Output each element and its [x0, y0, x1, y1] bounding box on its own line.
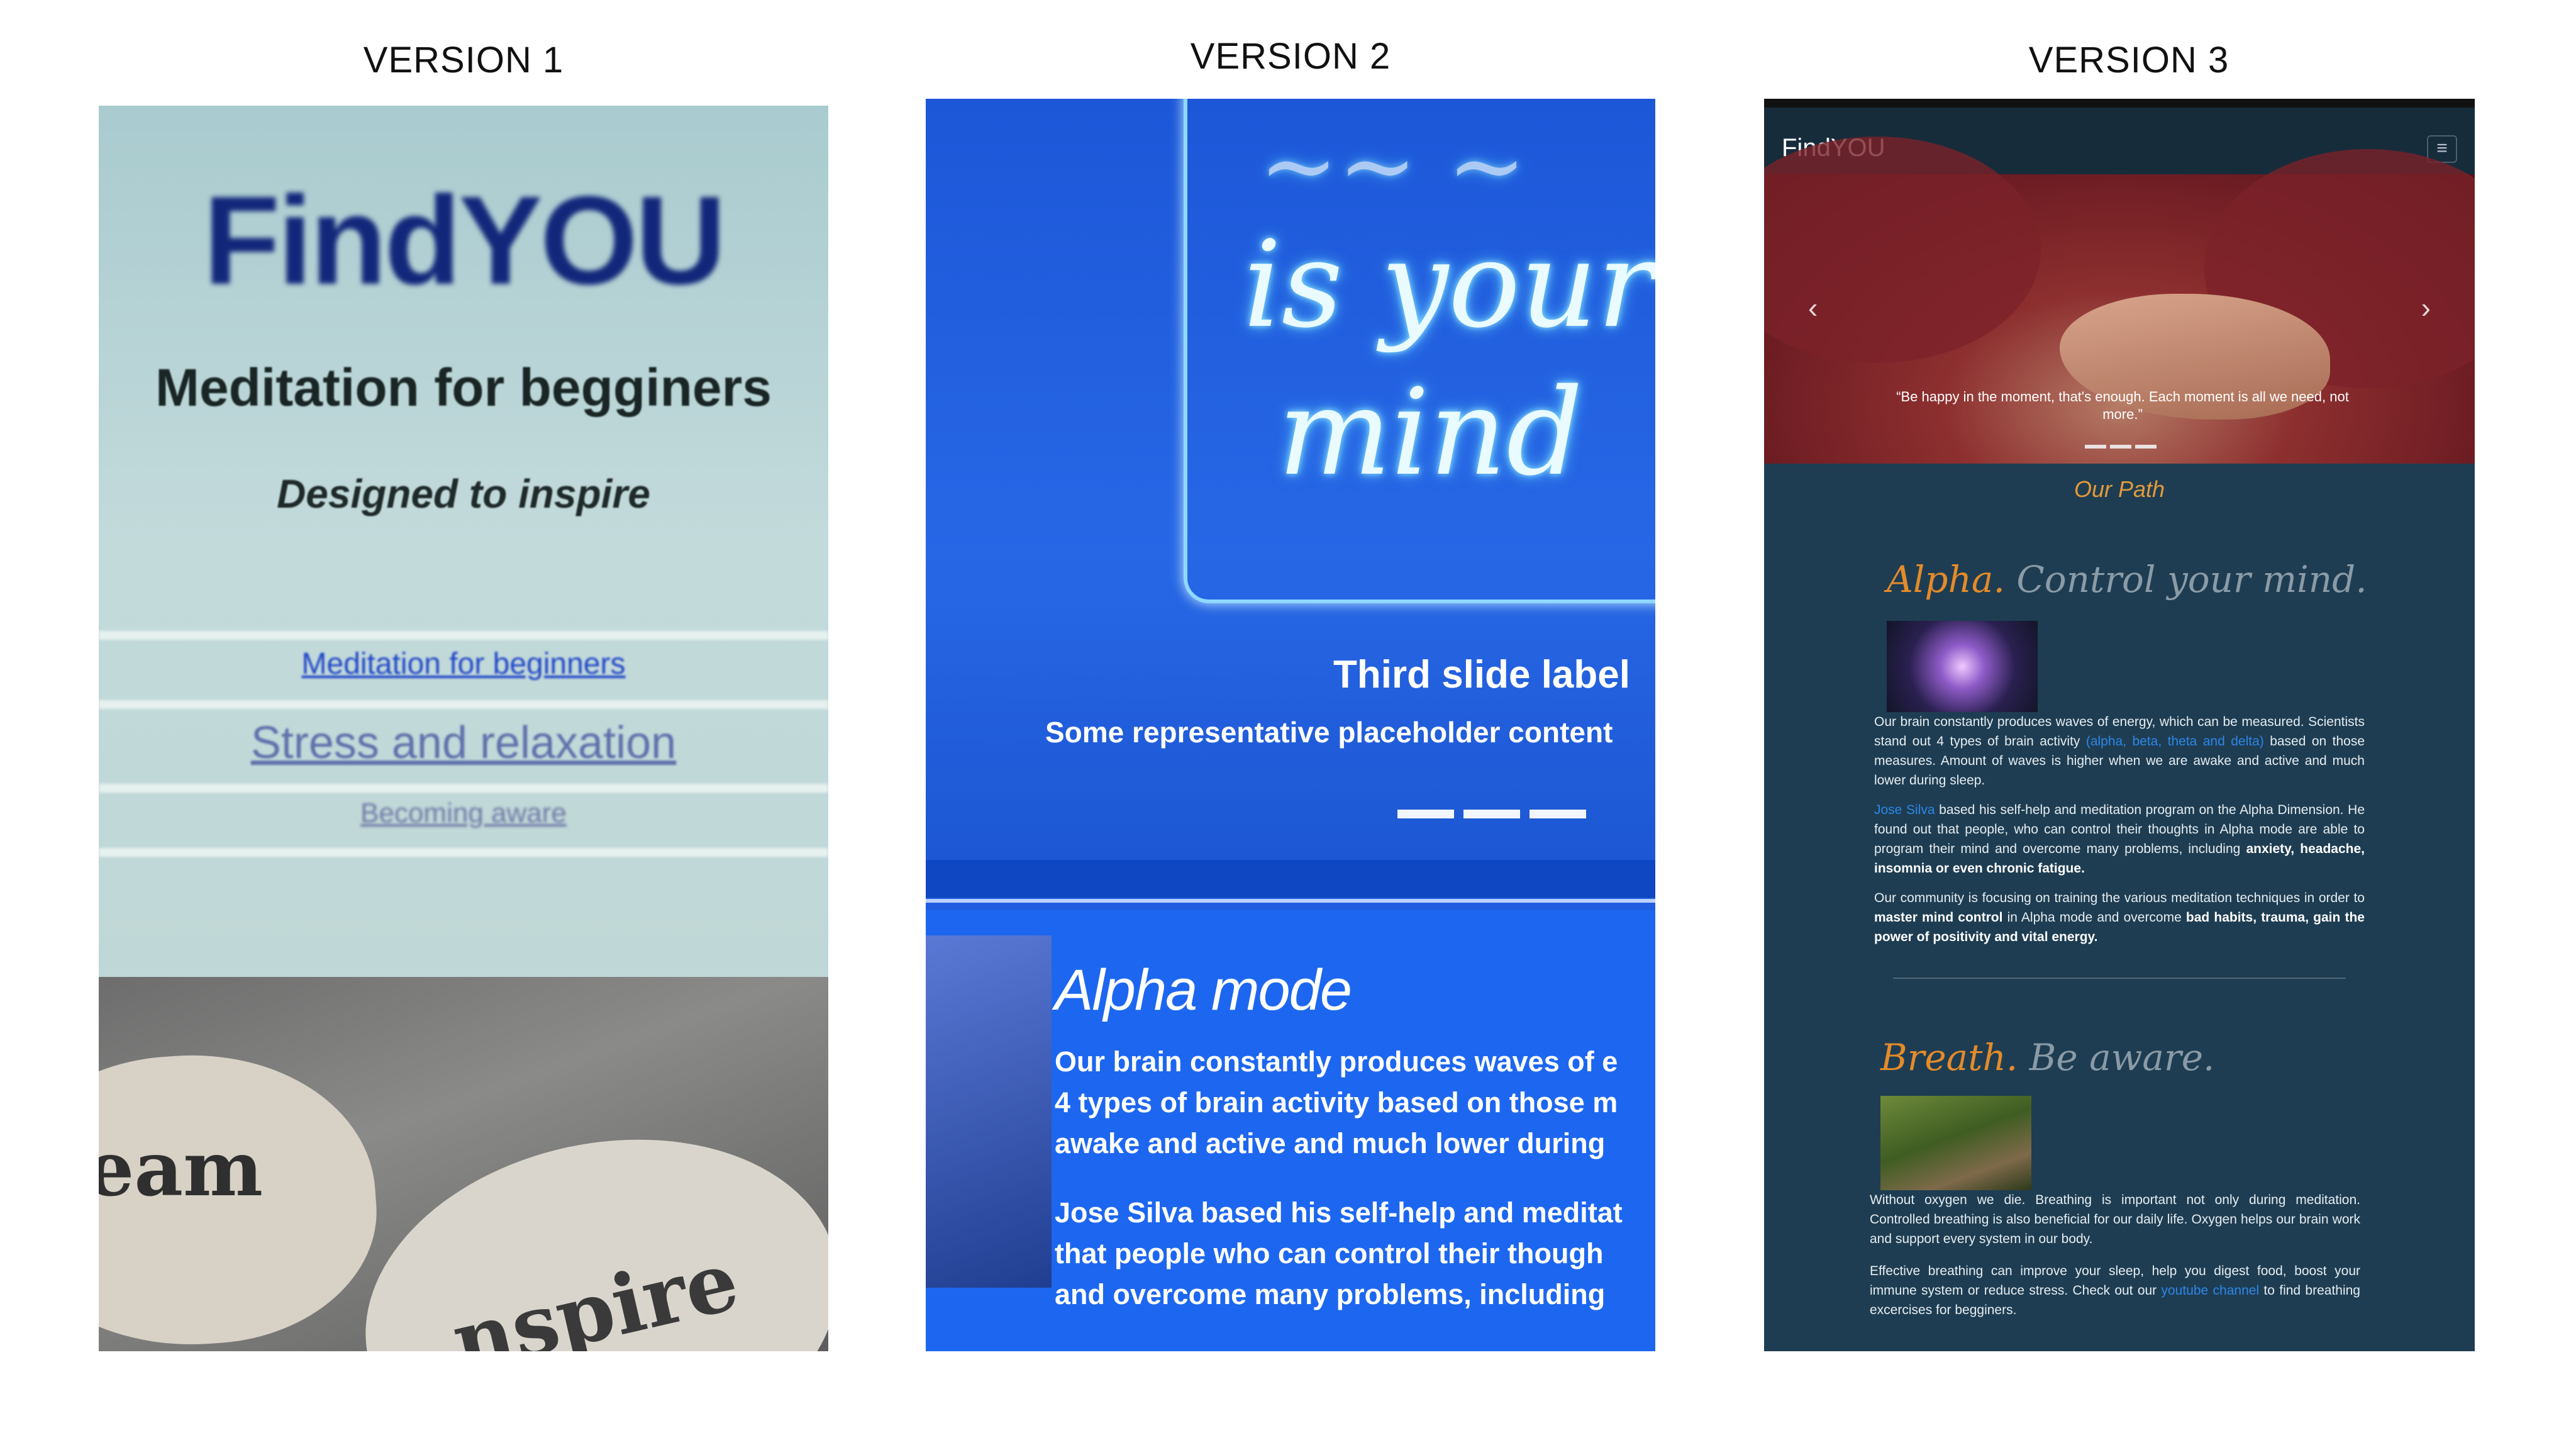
v3-section-divider	[1893, 978, 2346, 979]
v2-alpha-text-line: that people who can control their though	[1055, 1237, 1604, 1269]
v1-nav-link-stress[interactable]: Stress and relaxation	[99, 717, 828, 769]
v1-page-heading: Meditation for begginers	[155, 358, 772, 417]
v2-slide-title: Third slide label	[1333, 653, 1630, 696]
v2-neon-text-line2: mind	[1278, 363, 1583, 502]
carousel-next-icon[interactable]: ›	[2421, 291, 2431, 325]
v3-breath-paragraph-1: Without oxygen we die. Breathing is impo…	[1870, 1193, 2360, 1246]
carousel-prev-icon[interactable]: ‹	[1808, 291, 1818, 325]
v3-our-path-heading: Our Path	[2074, 476, 2165, 502]
v3-alpha-paragraph-1: Our brain constantly produces waves of e…	[1874, 712, 2365, 790]
v2-slide-text: Some representative placeholder content	[1045, 716, 1613, 749]
v2-alpha-image	[926, 935, 1052, 1288]
version-3-screenshot: FindYOU ≡ ‹ › “Be happy in the moment, t…	[1764, 99, 2475, 1351]
v3-carousel: ‹ › “Be happy in the moment, that's enou…	[1764, 137, 2475, 464]
v3-carousel-indicator[interactable]	[2110, 445, 2131, 449]
v3-carousel-indicator[interactable]	[2135, 445, 2157, 449]
v3-jose-silva-link[interactable]: Jose Silva	[1874, 803, 1935, 817]
v3-breath-title-rest: Be aware.	[2029, 1036, 2215, 1079]
v2-carousel-indicator[interactable]	[1463, 810, 1520, 818]
v1-nav-divider	[99, 848, 828, 857]
v2-alpha-text-line: Our brain constantly produces waves of e	[1055, 1046, 1618, 1078]
v3-alpha-title-rest: Control your mind.	[2016, 558, 2367, 601]
v3-carousel-indicator[interactable]	[2085, 445, 2106, 449]
v1-nav-link-aware[interactable]: Becoming aware	[99, 798, 828, 829]
v2-neon-text-line1: is your	[1243, 215, 1655, 354]
v1-nav-divider	[99, 631, 828, 640]
v2-divider-line	[926, 899, 1655, 903]
v1-brand-logo[interactable]: FindYOU	[99, 169, 828, 313]
v2-alpha-text-line: and overcome many problems, including	[1055, 1278, 1606, 1310]
v2-alpha-text-line: 4 types of brain activity based on those…	[1055, 1086, 1618, 1118]
v3-brain-waves-link[interactable]: (alpha, beta, theta and delta)	[2086, 734, 2264, 749]
v3-youtube-link[interactable]: youtube channel	[2162, 1283, 2260, 1298]
version-1-title: VERSION 1	[363, 40, 564, 81]
v3-carousel-caption: “Be happy in the moment, that's enough. …	[1896, 389, 2349, 422]
v1-stone-word-dream: eam	[99, 1125, 264, 1213]
version-1-screenshot: FindYOU Meditation for begginers Designe…	[99, 106, 828, 1351]
v1-nav-divider	[99, 700, 828, 709]
v3-breath-paragraph-2: Effective breathing can improve your sle…	[1870, 1261, 2360, 1320]
v3-alpha-paragraph-2: Jose Silva based his self-help and medit…	[1874, 800, 2365, 878]
v3-breath-title-accent: Breath.	[1880, 1036, 2018, 1079]
v3-alpha-p3-text: Our community is focusing on training th…	[1874, 891, 2365, 905]
v1-subheading: Designed to inspire	[277, 471, 650, 516]
v2-alpha-text-line: awake and active and much lower during	[1055, 1127, 1606, 1159]
v3-breath-title: Breath. Be aware.	[1880, 1036, 2214, 1079]
version-2-title: VERSION 2	[1190, 36, 1391, 77]
v2-carousel-indicator[interactable]	[1530, 810, 1586, 818]
v3-breath-image	[1880, 1096, 2031, 1190]
v1-nav-link-meditation[interactable]: Meditation for beginners	[99, 647, 828, 681]
v3-alpha-title-accent: Alpha.	[1887, 558, 2005, 601]
v3-alpha-p3-text: in Alpha mode and overcome	[2002, 910, 2186, 925]
v3-alpha-paragraph-3: Our community is focusing on training th…	[1874, 888, 2365, 947]
v2-alpha-text-line: Jose Silva based his self-help and medit…	[1055, 1196, 1623, 1229]
v2-section-divider	[926, 860, 1655, 898]
v3-alpha-title: Alpha. Control your mind.	[1887, 558, 2367, 601]
v3-alpha-image	[1887, 621, 2038, 712]
version-2-screenshot: ~~ ~ is your mind Third slide label Some…	[926, 99, 1655, 1351]
version-3-title: VERSION 3	[2028, 40, 2229, 81]
v1-nav-divider	[99, 784, 828, 793]
v3-alpha-p3-bold: master mind control	[1874, 910, 2003, 925]
v2-neon-text-top: ~~ ~	[1259, 111, 1526, 221]
v2-carousel-indicator[interactable]	[1397, 810, 1454, 818]
v2-alpha-heading: Alpha mode	[1055, 958, 1352, 1022]
